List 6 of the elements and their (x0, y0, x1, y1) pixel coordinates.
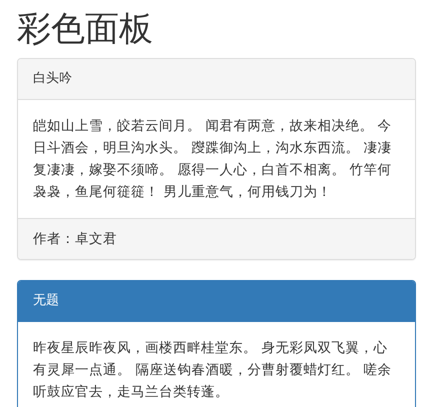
poem-text: 皑如山上雪，皎若云间月。 闻君有两意，故来相决绝。 今日斗酒会，明旦沟水头。 躞蹀御沟上，沟水东西流。 凄凄复凄凄，嫁娶不须啼。 愿得一人心，白首不相离。 竹竿何袅袅，鱼尾何簁簁！ 男儿重意气，何用钱刀为！ (33, 117, 393, 202)
page-title: 彩色面板 (17, 8, 154, 51)
panel-heading: 无题 (18, 281, 415, 322)
poem-text: 昨夜星辰昨夜风，画楼西畔桂堂东。 身无彩凤双飞翼，心有灵犀一点通。 隔座送钩春酒暖，分曹射覆蜡灯红。 嗟余听鼓应官去，走马兰台类转蓬。 (33, 339, 393, 402)
panel-footer: 作者：卓文君 (18, 218, 415, 259)
panel-heading: 白头吟 (18, 59, 415, 100)
